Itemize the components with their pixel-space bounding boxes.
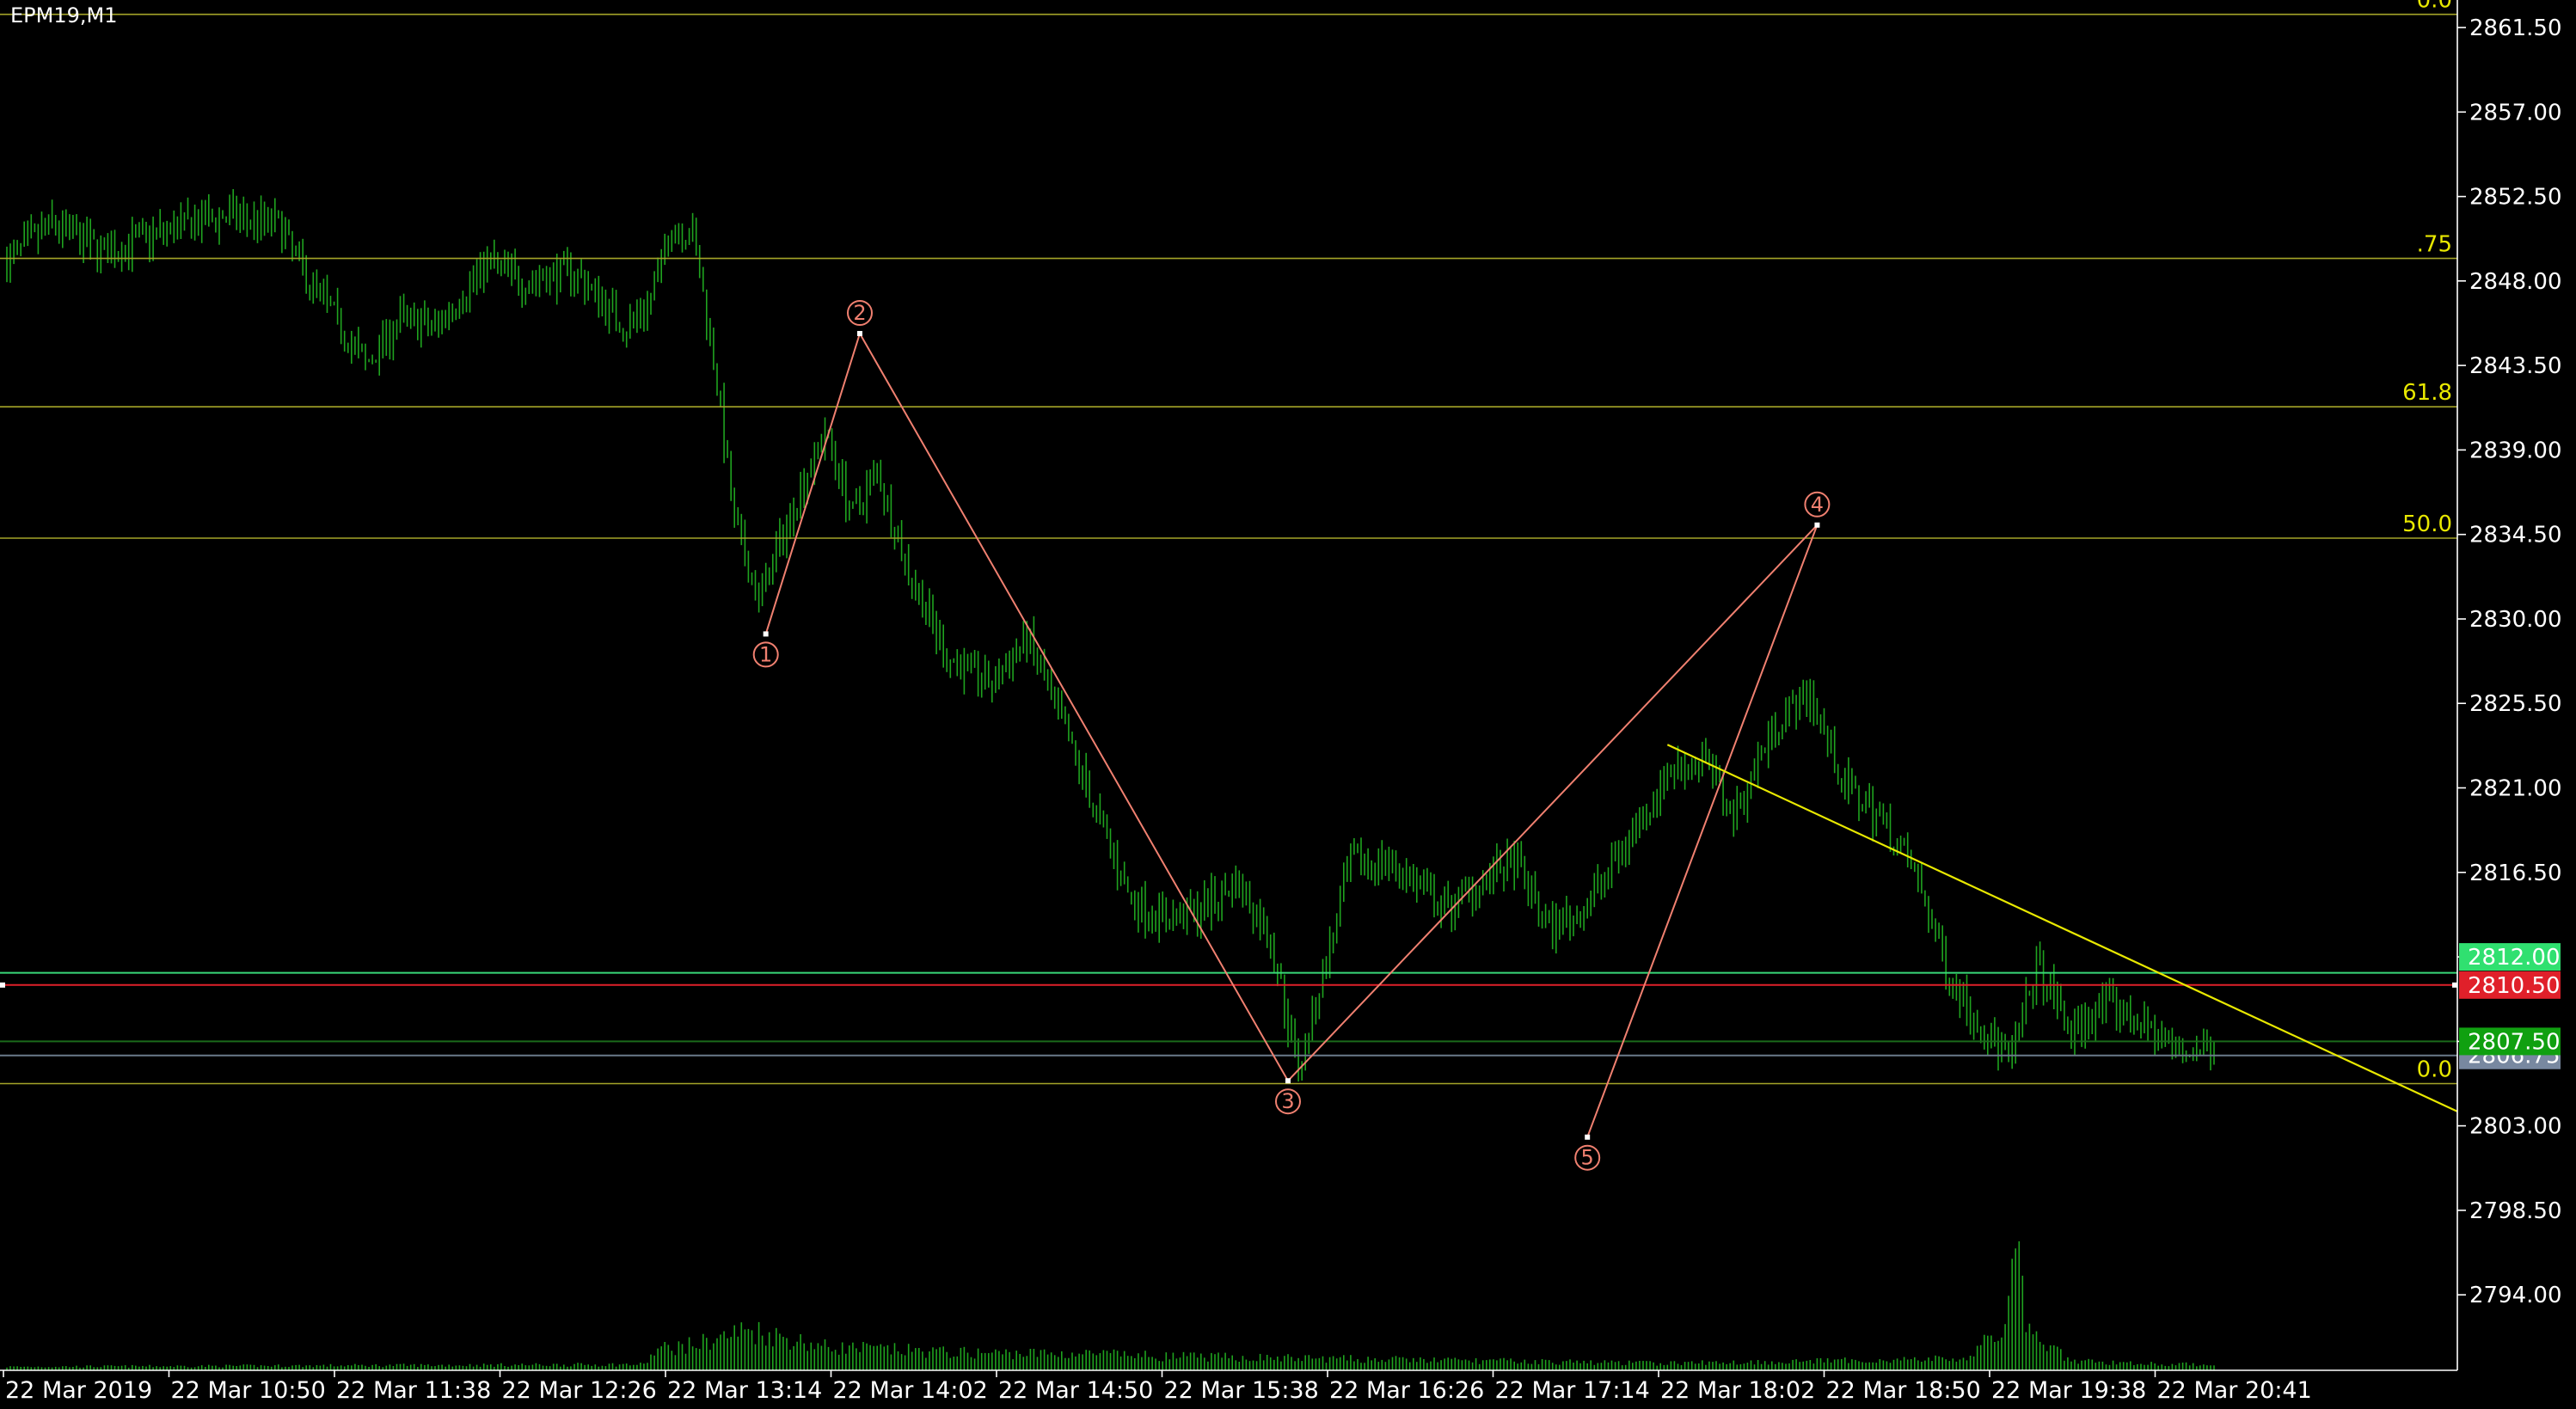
wave-point[interactable] <box>1814 522 1820 528</box>
x-tick-label: 22 Mar 10:50 <box>171 1377 326 1404</box>
line-handle[interactable] <box>2452 982 2457 988</box>
x-tick-label: 22 Mar 17:14 <box>1495 1377 1650 1404</box>
line-handle[interactable] <box>0 982 5 988</box>
fib-level-label: 0.0 <box>2417 1057 2452 1083</box>
fib-level-label: 0.0 <box>2417 0 2452 14</box>
x-tick-label: 22 Mar 20:41 <box>2157 1377 2312 1404</box>
y-tick-label: 2834.50 <box>2469 523 2562 548</box>
y-tick-label: 2857.00 <box>2469 100 2562 126</box>
price-tag-label: 2812.00 <box>2468 945 2561 971</box>
x-tick-label: 22 Mar 2019 <box>5 1377 152 1404</box>
x-tick-label: 22 Mar 16:26 <box>1329 1377 1484 1404</box>
trendline[interactable] <box>1666 744 2458 1112</box>
trendline-line[interactable] <box>1666 744 2458 1112</box>
wave-point[interactable] <box>763 631 769 637</box>
x-tick-label: 22 Mar 13:14 <box>667 1377 822 1404</box>
y-tick-label: 2825.50 <box>2469 691 2562 717</box>
wave-point[interactable] <box>1285 1078 1291 1084</box>
candlestick-series <box>6 189 2215 1082</box>
x-tick-label: 22 Mar 19:38 <box>1991 1377 2146 1404</box>
x-tick-label: 22 Mar 18:02 <box>1660 1377 1815 1404</box>
symbol-label: EPM19,M1 <box>10 3 118 28</box>
y-tick-label: 2794.00 <box>2469 1283 2562 1308</box>
x-tick-label: 22 Mar 12:26 <box>502 1377 657 1404</box>
wave-point[interactable] <box>1585 1134 1591 1140</box>
wave-label: 3 <box>1281 1089 1294 1113</box>
wave-point[interactable] <box>856 330 862 336</box>
x-tick-label: 22 Mar 15:38 <box>1164 1377 1319 1404</box>
axes: 2861.50 2857.00 2852.50 2848.00 2843.50 2839.… <box>0 0 2562 1404</box>
x-tick-label: 22 Mar 14:50 <box>998 1377 1153 1404</box>
wave-label: 1 <box>759 642 772 666</box>
fibonacci-retracement[interactable]: 0.0 50.0 61.8 .75 0.0 <box>0 0 2457 1085</box>
y-tick-label: 2861.50 <box>2469 15 2562 41</box>
x-tick-label: 22 Mar 18:50 <box>1826 1377 1981 1404</box>
y-tick-label: 2798.50 <box>2469 1198 2562 1224</box>
y-tick-label: 2830.00 <box>2469 607 2562 633</box>
y-tick-label: 2803.00 <box>2469 1114 2562 1140</box>
price-tag-label: 2807.50 <box>2468 1029 2561 1055</box>
fib-level-label: .75 <box>2417 232 2452 258</box>
price-chart[interactable]: 0.050.061.8.750.0 12345 2861.502857.0028… <box>0 0 2576 1409</box>
y-tick-label: 2852.50 <box>2469 185 2562 211</box>
volume-histogram <box>6 1241 2215 1370</box>
y-tick-label: 2848.00 <box>2469 269 2562 295</box>
y-tick-label: 2816.50 <box>2469 861 2562 886</box>
wave-label: 2 <box>853 301 866 325</box>
x-tick-label: 22 Mar 14:02 <box>833 1377 988 1404</box>
fib-level-label: 61.8 <box>2402 380 2452 406</box>
x-tick-label: 22 Mar 11:38 <box>336 1377 491 1404</box>
y-tick-label: 2839.00 <box>2469 438 2562 463</box>
wave-label: 4 <box>1811 493 1824 517</box>
price-tag-label: 2810.50 <box>2468 973 2561 999</box>
y-tick-label: 2821.00 <box>2469 776 2562 802</box>
price-tags: 2810.502806.752807.502812.00 <box>2459 943 2561 1069</box>
wave-label: 5 <box>1581 1146 1594 1170</box>
y-tick-label: 2843.50 <box>2469 353 2562 379</box>
fib-level-label: 50.0 <box>2402 512 2452 537</box>
